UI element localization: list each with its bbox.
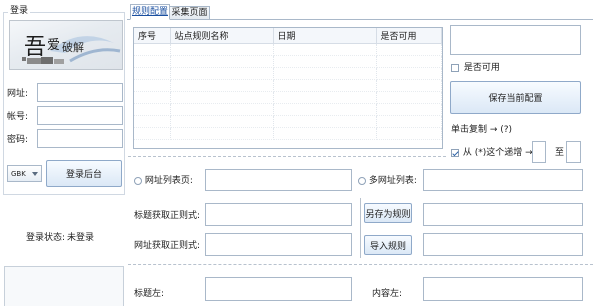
table-row — [134, 103, 442, 116]
url-regex-label: 网址获取正则式: — [134, 241, 201, 251]
account-label: 帐号: — [7, 112, 29, 122]
multi-url-radio-row[interactable]: 多网址列表: — [358, 175, 417, 187]
site-logo: 吾 爱 破解 — [9, 20, 123, 70]
content-left-label: 内容左: — [372, 289, 403, 299]
table-header-row: 序号 站点规则名称 日期 是否可用 — [134, 28, 442, 44]
table-row — [134, 127, 442, 140]
range-checkbox-row[interactable]: 从 (*)这个递增 → — [451, 147, 533, 159]
table-row — [134, 43, 442, 56]
enabled-checkbox-row[interactable]: 是否可用 — [451, 62, 500, 74]
multi-url-label: 多网址列表: — [368, 176, 417, 186]
list-page-input[interactable] — [205, 169, 352, 191]
table-row — [134, 91, 442, 104]
login-status-value: 未登录 — [67, 233, 95, 243]
table-row — [134, 55, 442, 68]
import-rule-button[interactable]: 导入规则 — [364, 235, 412, 255]
logo-image: 吾 爱 破解 — [22, 35, 121, 64]
title-left-label: 标题左: — [134, 289, 165, 299]
rules-grid: 序号 站点规则名称 日期 是否可用 — [134, 28, 442, 140]
chevron-down-icon — [32, 172, 38, 176]
range-checkbox[interactable] — [451, 148, 459, 157]
save-config-button[interactable]: 保存当前配置 — [450, 81, 581, 114]
title-left-input[interactable] — [205, 277, 352, 301]
multi-url-input[interactable] — [423, 169, 583, 191]
tab-rules[interactable]: 规则配置 — [130, 4, 170, 20]
url-input[interactable] — [37, 83, 123, 102]
rule-name-input[interactable] — [450, 25, 581, 55]
svg-text:破解: 破解 — [62, 40, 84, 54]
range-to-label: 至 — [555, 148, 565, 158]
svg-text:爱: 爱 — [47, 38, 60, 53]
range-from-input[interactable] — [532, 141, 546, 163]
list-page-radio-row[interactable]: 网址列表页: — [134, 175, 193, 187]
tab-collect[interactable]: 采集页面 — [170, 6, 210, 20]
separator-top — [128, 156, 446, 157]
copy-hint: 单击复制 → (?) — [451, 125, 513, 135]
encoding-value: GBK — [11, 169, 26, 178]
multi-url-radio[interactable] — [358, 176, 366, 185]
list-page-label: 网址列表页: — [144, 176, 193, 186]
column-index[interactable]: 序号 — [134, 28, 171, 44]
title-regex-label: 标题获取正则式: — [134, 211, 201, 221]
save-as-rule-button[interactable]: 另存为规则 — [364, 203, 412, 223]
column-date[interactable]: 日期 — [273, 28, 377, 44]
column-enabled[interactable]: 是否可用 — [376, 28, 442, 44]
save-rule-name-input[interactable] — [423, 203, 583, 226]
login-status-label: 登录状态: — [26, 233, 66, 243]
tab-collect-label: 采集页面 — [171, 8, 208, 18]
content-left-input[interactable] — [423, 277, 583, 301]
rules-table[interactable]: 序号 站点规则名称 日期 是否可用 — [133, 27, 443, 149]
enabled-label: 是否可用 — [463, 63, 500, 73]
title-regex-input[interactable] — [205, 203, 352, 226]
password-input[interactable] — [37, 129, 123, 148]
separator-vertical — [360, 198, 361, 258]
svg-text:吾: 吾 — [24, 35, 46, 60]
table-row — [134, 115, 442, 128]
bottom-left-panel — [4, 266, 124, 306]
list-page-radio[interactable] — [134, 176, 142, 185]
separator-bottom — [128, 264, 593, 265]
url-label: 网址: — [7, 89, 29, 99]
column-site-name[interactable]: 站点规则名称 — [170, 28, 274, 44]
enabled-checkbox[interactable] — [451, 63, 459, 72]
import-rule-input[interactable] — [423, 233, 583, 256]
table-row — [134, 79, 442, 92]
account-input[interactable] — [37, 106, 123, 125]
tab-rules-label: 规则配置 — [131, 7, 168, 17]
login-button[interactable]: 登录后台 — [46, 160, 122, 187]
range-to-input[interactable] — [566, 141, 581, 163]
table-row — [134, 67, 442, 80]
password-label: 密码: — [7, 135, 29, 145]
url-regex-input[interactable] — [205, 233, 352, 256]
range-label: 从 (*)这个递增 → — [462, 148, 533, 158]
login-group-title: 登录 — [8, 5, 31, 17]
encoding-select[interactable]: GBK — [7, 165, 42, 182]
